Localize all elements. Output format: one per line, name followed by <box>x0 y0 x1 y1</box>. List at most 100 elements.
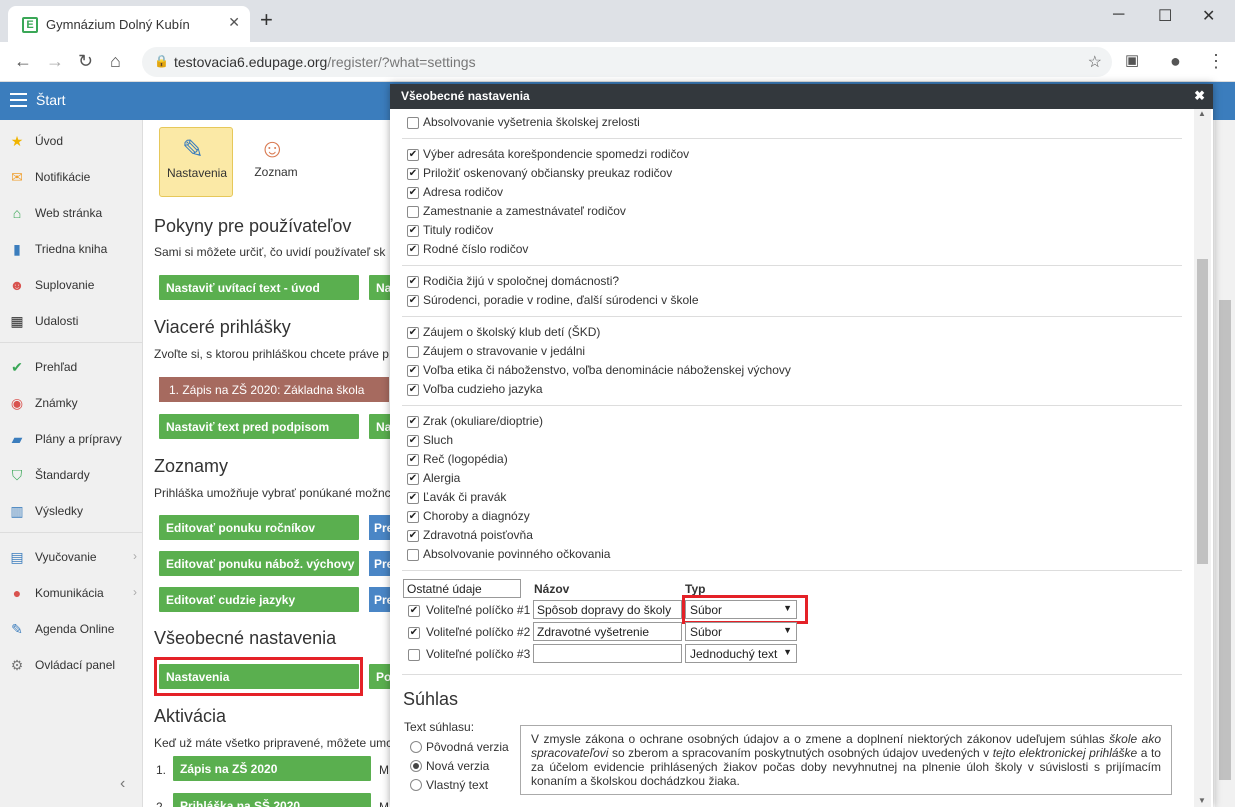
optional-field-3-type[interactable]: Jednoduchý text ▼ <box>685 644 797 663</box>
checkbox[interactable]: ✔ <box>407 225 419 237</box>
dialog-header: Všeobecné nastavenia ✖ <box>390 84 1213 109</box>
checkbox[interactable]: ✔ <box>407 454 419 466</box>
sidebar-item-suplovanie[interactable]: ☻ Suplovanie <box>0 270 143 300</box>
collapse-sidebar-icon[interactable]: ‹ <box>120 775 125 793</box>
section-title: Aktivácia <box>154 706 227 726</box>
dialog-scrollbar[interactable]: ▲ ▼ <box>1194 109 1211 807</box>
checkbox[interactable] <box>407 549 419 561</box>
optional-field-2-name[interactable]: Zdravotné vyšetrenie <box>533 622 682 641</box>
sidebar-item-plany[interactable]: ▰ Plány a prípravy <box>0 424 143 454</box>
start-label[interactable]: Štart <box>36 92 66 108</box>
sidebar-item-label: Štandardy <box>35 468 90 482</box>
pencil-ruler-icon: ✎ <box>182 134 204 164</box>
toolbar-list-button[interactable]: ☺ Zoznam <box>241 127 311 197</box>
grades-side-button[interactable]: Pre <box>369 515 391 540</box>
page-scrollbar[interactable] <box>1215 120 1235 807</box>
optional-field-1-name[interactable]: Spôsob dopravy do školy <box>533 600 682 619</box>
checkbox[interactable]: ✔ <box>407 384 419 396</box>
checkbox[interactable]: ✔ <box>407 416 419 428</box>
sidebar-item-notifikacie[interactable]: ✉ Notifikácie <box>0 162 143 192</box>
consent-text-area[interactable]: V zmysle zákona o ochrane osobných údajo… <box>520 725 1172 795</box>
sidebar-item-standardy[interactable]: ⛉ Štandardy <box>0 460 143 490</box>
hamburger-menu-icon[interactable] <box>10 93 27 107</box>
sidebar-item-komunikacia[interactable]: ● Komunikácia › <box>0 578 143 608</box>
checkbox[interactable]: ✔ <box>407 530 419 542</box>
tab-close-icon[interactable]: ✕ <box>228 14 240 31</box>
religion-side-button[interactable]: Pre <box>369 551 391 576</box>
radio-custom-text[interactable] <box>410 779 422 791</box>
url-field[interactable]: 🔒 testovacia6.edupage.org/register/?what… <box>142 47 1112 77</box>
calendar-icon: ▦ <box>10 313 24 329</box>
sidebar-item-ovladaci-panel[interactable]: ⚙ Ovládací panel <box>0 650 143 680</box>
edit-grades-button[interactable]: Editovať ponuku ročníkov <box>159 515 359 540</box>
languages-side-button[interactable]: Pre <box>369 587 391 612</box>
radio-original-version[interactable] <box>410 741 422 753</box>
checkbox[interactable]: ✔ <box>407 276 419 288</box>
sidebar-item-vysledky[interactable]: ▥ Výsledky <box>0 496 143 526</box>
home-icon[interactable]: ⌂ <box>110 51 121 72</box>
edit-languages-button[interactable]: Editovať cudzie jazyky <box>159 587 359 612</box>
application-select-button[interactable]: 1. Zápis na ZŠ 2020: Základna škola <box>159 377 389 402</box>
scroll-up-icon[interactable]: ▲ <box>1198 109 1206 118</box>
close-icon[interactable]: ✖ <box>1194 88 1205 104</box>
optional-field-3-checkbox[interactable] <box>408 649 420 661</box>
general-side-button[interactable]: Po <box>369 664 391 689</box>
checkbox[interactable]: ✔ <box>407 244 419 256</box>
sidebar-item-znamky[interactable]: ◉ Známky <box>0 388 143 418</box>
browser-tabbar: E Gymnázium Dolný Kubín ✕ + ─ ☐ ✕ <box>0 0 1235 42</box>
checkbox[interactable]: ✔ <box>407 492 419 504</box>
window-close-icon[interactable]: ✕ <box>1202 6 1215 26</box>
checkbox-label: Absolvovanie vyšetrenia školskej zrelost… <box>423 115 640 129</box>
menu-dots-icon[interactable]: ⋮ <box>1207 51 1225 72</box>
toolbar-settings-button[interactable]: ✎ Nastavenia <box>159 127 233 197</box>
activation-item-1[interactable]: Zápis na ZŠ 2020 <box>173 756 371 781</box>
checkbox[interactable]: ✔ <box>407 187 419 199</box>
browser-tab[interactable]: E Gymnázium Dolný Kubín ✕ <box>8 6 250 42</box>
checkbox[interactable]: ✔ <box>407 295 419 307</box>
sidebar-item-web-stranka[interactable]: ⌂ Web stránka <box>0 198 143 228</box>
optional-field-3-name[interactable] <box>533 644 682 663</box>
checkbox[interactable] <box>407 346 419 358</box>
sidebar-item-agenda[interactable]: ✎ Agenda Online <box>0 614 143 644</box>
optional-field-1-checkbox[interactable]: ✔ <box>408 605 420 617</box>
minimize-icon[interactable]: ─ <box>1113 6 1124 24</box>
checkbox[interactable]: ✔ <box>407 511 419 523</box>
sidebar-item-label: Prehľad <box>35 360 78 374</box>
sidebar-item-prehlad[interactable]: ✔ Prehľad <box>0 352 143 382</box>
activation-item-2[interactable]: Prihláška na SŠ 2020 <box>173 793 371 807</box>
checkbox-label: Záujem o stravovanie v jedálni <box>423 344 586 358</box>
sidebar-item-vyucovanie[interactable]: ▤ Vyučovanie › <box>0 542 143 572</box>
checkbox[interactable]: ✔ <box>407 327 419 339</box>
checkbox[interactable]: ✔ <box>407 435 419 447</box>
checkbox[interactable] <box>407 206 419 218</box>
checkbox[interactable]: ✔ <box>407 365 419 377</box>
checkbox[interactable]: ✔ <box>407 473 419 485</box>
maximize-icon[interactable]: ☐ <box>1158 6 1172 26</box>
reload-icon[interactable]: ↻ <box>78 51 93 72</box>
optional-field-2-type[interactable]: Súbor ▼ <box>685 622 797 641</box>
edit-religion-button[interactable]: Editovať ponuku nábož. výchovy <box>159 551 359 576</box>
checkbox[interactable]: ✔ <box>407 168 419 180</box>
set-pre-signature-text-button[interactable]: Nastaviť text pred podpisom <box>159 414 359 439</box>
radio-new-version[interactable] <box>410 760 422 772</box>
other-data-input[interactable]: Ostatné údaje <box>403 579 521 598</box>
sidebar-item-udalosti[interactable]: ▦ Udalosti <box>0 306 143 336</box>
new-tab-icon[interactable]: + <box>260 9 273 31</box>
checkbox-label: Voľba cudzieho jazyka <box>423 382 543 396</box>
welcome-side-button[interactable]: Na <box>369 275 391 300</box>
checkbox[interactable] <box>407 117 419 129</box>
pre-signature-side-button[interactable]: Na <box>369 414 391 439</box>
back-icon[interactable]: ← <box>14 51 32 72</box>
dialog-scroll-thumb[interactable] <box>1197 259 1208 564</box>
sidebar-item-triedna-kniha[interactable]: ▮ Triedna kniha <box>0 234 143 264</box>
scroll-down-icon[interactable]: ▼ <box>1198 796 1206 805</box>
forward-icon[interactable]: → <box>46 51 64 72</box>
set-welcome-text-button[interactable]: Nastaviť uvítací text - úvod <box>159 275 359 300</box>
optional-field-2-checkbox[interactable]: ✔ <box>408 627 420 639</box>
page-scroll-thumb[interactable] <box>1219 300 1231 780</box>
sidebar-item-uvod[interactable]: ★ Úvod <box>0 126 143 156</box>
bookmark-star-icon[interactable]: ☆ <box>1088 52 1102 72</box>
cast-icon[interactable]: ▣ <box>1125 51 1139 69</box>
profile-icon[interactable]: ● <box>1170 51 1181 72</box>
checkbox[interactable]: ✔ <box>407 149 419 161</box>
